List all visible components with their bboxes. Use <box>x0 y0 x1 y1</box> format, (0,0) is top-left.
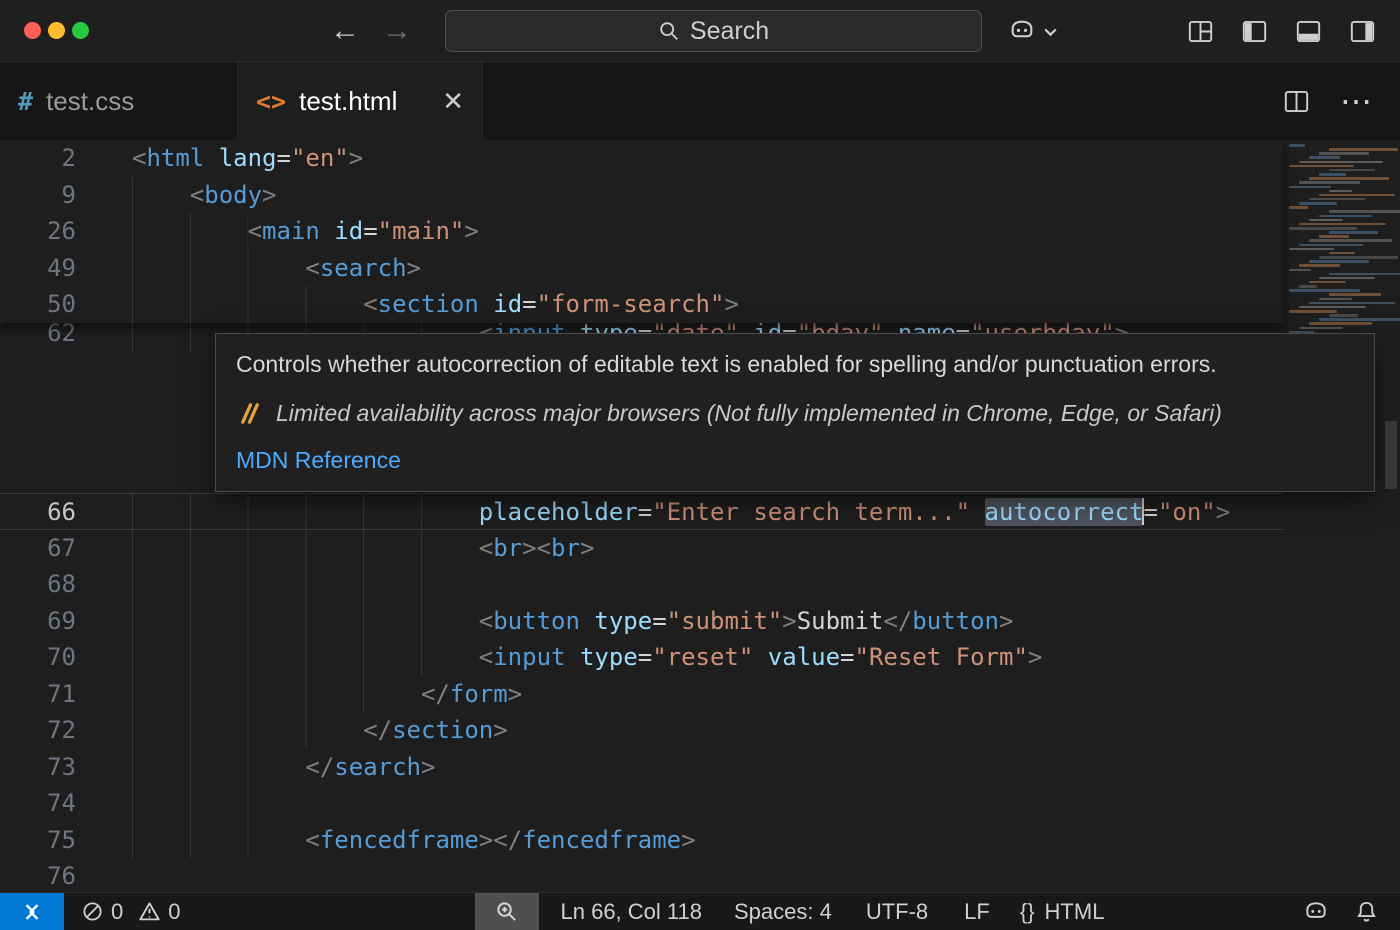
tab-label: test.html <box>299 86 397 117</box>
customize-layout-icon[interactable] <box>1187 18 1214 45</box>
editor-actions: ⋯ <box>1283 62 1400 140</box>
warning-icon <box>139 901 160 922</box>
hover-tooltip: Controls whether autocorrection of edita… <box>215 333 1375 492</box>
status-bar: 0 0 Ln 66, Col 118 Spaces: 4 UTF-8 LF {}… <box>0 892 1400 930</box>
cursor-position[interactable]: Ln 66, Col 118 <box>561 899 702 925</box>
forward-arrow-icon[interactable]: → <box>382 16 412 46</box>
error-count: 0 <box>111 899 123 925</box>
html-file-icon: <> <box>256 87 286 116</box>
copilot-icon <box>1008 17 1036 45</box>
toggle-panel-icon[interactable] <box>1295 18 1322 45</box>
zoom-icon <box>495 900 518 923</box>
search-icon <box>658 20 680 42</box>
minimize-window-button[interactable] <box>48 22 65 39</box>
error-icon <box>82 901 103 922</box>
close-tab-icon[interactable]: ✕ <box>442 88 464 114</box>
code-line-74[interactable]: 74 <box>0 785 1283 822</box>
warning-count: 0 <box>168 899 180 925</box>
toggle-secondary-sidebar-icon[interactable] <box>1349 18 1376 45</box>
more-actions-icon[interactable]: ⋯ <box>1340 85 1372 117</box>
problems-indicator[interactable]: 0 0 <box>64 899 189 925</box>
zoom-button[interactable] <box>475 893 539 930</box>
code-line-68[interactable]: 68 <box>0 566 1283 603</box>
code-line-69[interactable]: 69 <button type="submit">Submit</button> <box>0 603 1283 640</box>
titlebar: ← → Search <box>0 0 1400 62</box>
code-line-67[interactable]: 67 <br><br> <box>0 530 1283 567</box>
code-line-49[interactable]: 49 <search> <box>0 250 1283 287</box>
code-line-76[interactable]: 76 <box>0 858 1283 892</box>
code-lines[interactable]: 66 placeholder="Enter search term..." au… <box>0 493 1283 892</box>
mdn-reference-link[interactable]: MDN Reference <box>236 445 1354 475</box>
hover-description: Controls whether autocorrection of edita… <box>236 348 1354 381</box>
code-line-26[interactable]: 26 <main id="main"> <box>0 213 1283 250</box>
window-controls <box>24 22 89 39</box>
code-line-71[interactable]: 71 </form> <box>0 676 1283 713</box>
code-line-66[interactable]: 66 placeholder="Enter search term..." au… <box>0 493 1283 530</box>
chevron-down-icon <box>1042 23 1059 40</box>
maximize-window-button[interactable] <box>72 22 89 39</box>
code-line-9[interactable]: 9 <body> <box>0 177 1283 214</box>
tab-test-html[interactable]: <> test.html ✕ <box>238 62 483 140</box>
search-label: Search <box>690 17 769 46</box>
tab-bar: # test.css <> test.html ✕ ⋯ <box>0 62 1400 140</box>
code-line-73[interactable]: 73 </search> <box>0 749 1283 786</box>
code-line-72[interactable]: 72 </section> <box>0 712 1283 749</box>
tab-test-css[interactable]: # test.css <box>0 62 238 140</box>
tab-label: test.css <box>46 86 134 117</box>
code-line-50[interactable]: 50 <section id="form-search"> <box>0 286 1283 323</box>
close-window-button[interactable] <box>24 22 41 39</box>
copilot-menu[interactable] <box>1008 0 1059 62</box>
notifications-bell-icon[interactable] <box>1355 900 1378 923</box>
baseline-limited-availability-icon <box>236 400 263 427</box>
command-center-search[interactable]: Search <box>445 10 982 52</box>
code-line-70[interactable]: 70 <input type="reset" value="Reset Form… <box>0 639 1283 676</box>
hover-availability: Limited availability across major browse… <box>276 398 1222 428</box>
encoding[interactable]: UTF-8 <box>866 899 928 925</box>
minimap[interactable] <box>1283 140 1400 892</box>
editor[interactable]: 62 <input type="date" id="bday" name="us… <box>0 140 1400 892</box>
indentation-setting[interactable]: Spaces: 4 <box>734 899 832 925</box>
braces-icon: {} <box>1020 899 1035 925</box>
sticky-scroll[interactable]: 2<html lang="en">9 <body>26 <main id="ma… <box>0 140 1283 323</box>
remote-indicator[interactable] <box>0 893 64 930</box>
toggle-primary-sidebar-icon[interactable] <box>1241 18 1268 45</box>
eol-setting[interactable]: LF <box>964 899 990 925</box>
history-nav: ← → <box>330 0 412 62</box>
back-arrow-icon[interactable]: ← <box>330 16 360 46</box>
code-line-75[interactable]: 75 <fencedframe></fencedframe> <box>0 822 1283 859</box>
language-mode[interactable]: {} HTML <box>1020 899 1105 925</box>
split-editor-icon[interactable] <box>1283 88 1310 115</box>
scrollbar-slider[interactable] <box>1385 421 1397 489</box>
remote-icon <box>21 901 43 923</box>
copilot-status-icon[interactable] <box>1303 899 1329 925</box>
css-file-icon: # <box>18 87 33 116</box>
layout-controls <box>1187 0 1376 62</box>
code-line-2[interactable]: 2<html lang="en"> <box>0 140 1283 177</box>
